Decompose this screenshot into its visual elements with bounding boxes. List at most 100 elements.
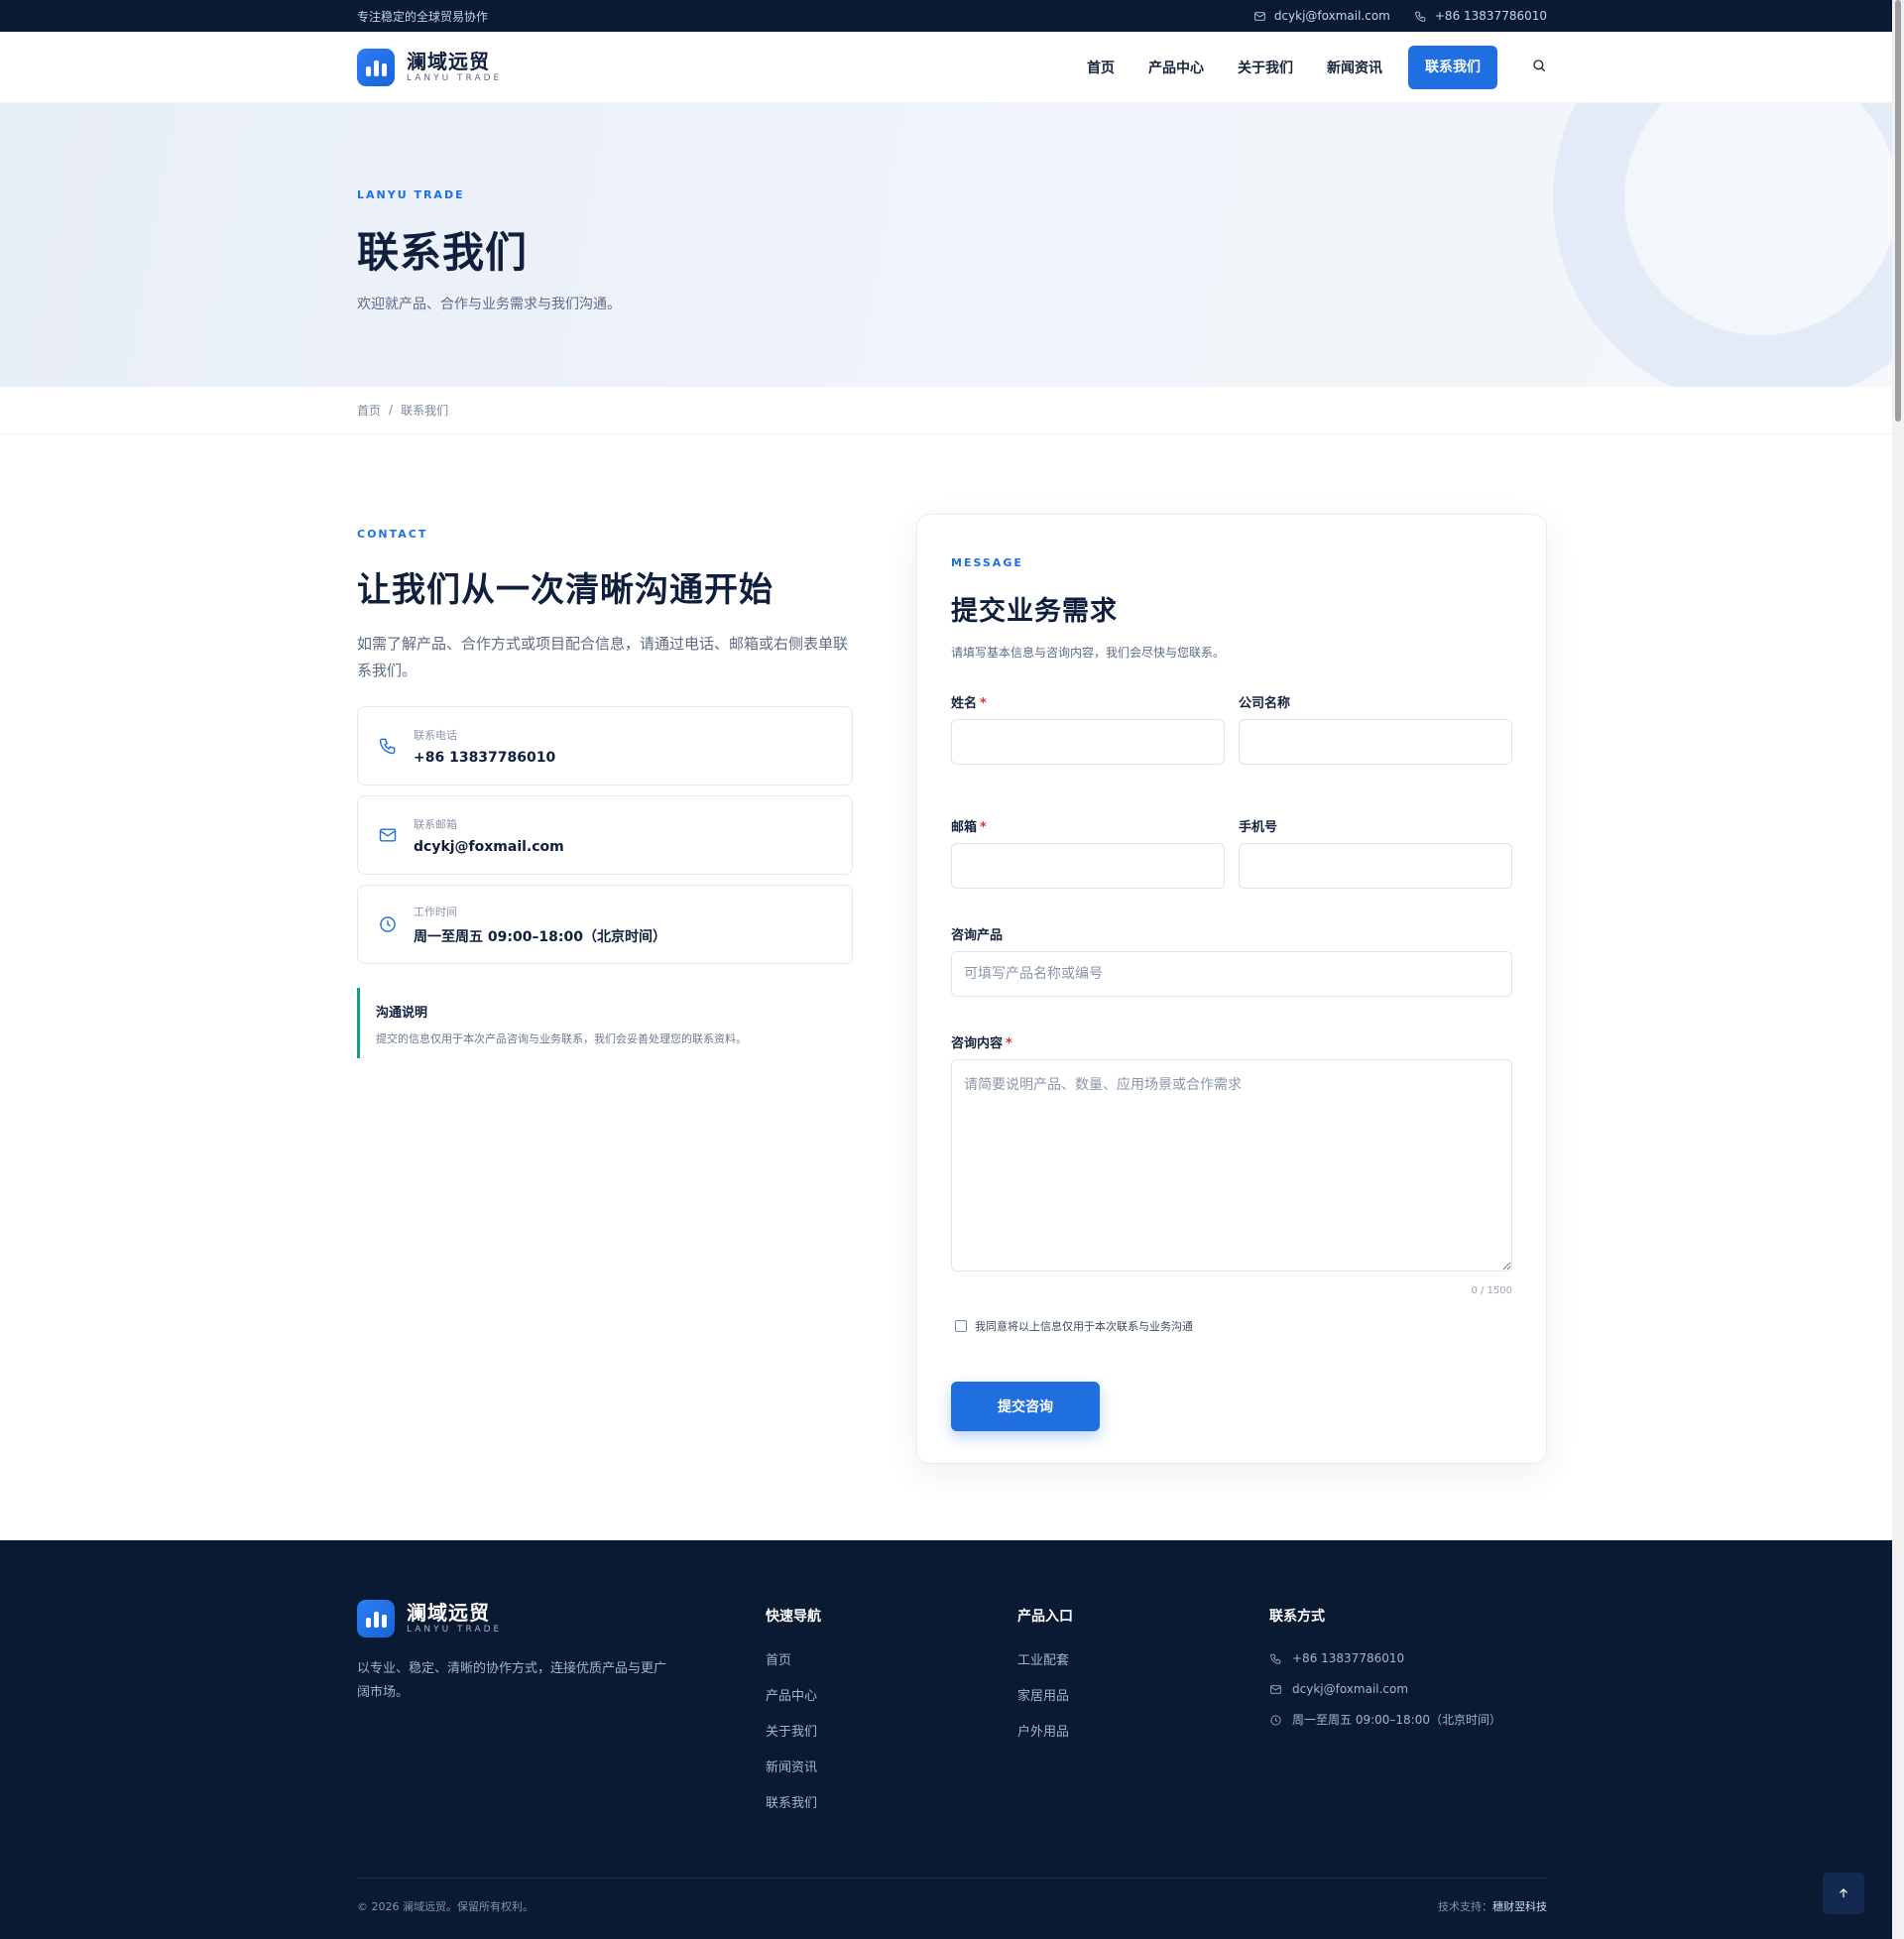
hours-card: 工作时间 周一至周五 09:00–18:00（北京时间） [357, 885, 853, 964]
tech-support: 技术支持：穗财翌科技 [1438, 1900, 1547, 1913]
required-mark: * [980, 696, 987, 711]
footer-logo-subname: LANYU TRADE [407, 1625, 503, 1635]
char-counter: 0 / 1500 [1471, 1285, 1512, 1296]
footer-link-home-goods[interactable]: 家居用品 [1017, 1679, 1269, 1715]
breadcrumb-separator: / [389, 403, 394, 417]
logo-subname: LANYU TRADE [407, 73, 503, 83]
mobile-input[interactable] [1239, 843, 1512, 889]
copyright: © 2026 澜域远贸。保留所有权利。 [357, 1900, 534, 1913]
main-nav: 首页 产品中心 关于我们 新闻资讯 联系我们 [1087, 46, 1547, 89]
form-title: 提交业务需求 [951, 596, 1118, 627]
page-title: 联系我们 [357, 228, 529, 277]
footer-link-outdoor[interactable]: 户外用品 [1017, 1715, 1269, 1751]
footer-email[interactable]: dcykj@foxmail.com [1269, 1674, 1547, 1705]
top-bar: 专注稳定的全球贸易协作 dcykj@foxmail.com +86 138377… [0, 0, 1904, 32]
phone-card[interactable]: 联系电话 +86 13837786010 [357, 706, 853, 786]
required-mark: * [1006, 1036, 1012, 1051]
topbar-phone-text: +86 13837786010 [1434, 9, 1547, 23]
contact-eyebrow: CONTACT [357, 528, 428, 541]
footer-logo[interactable]: 澜域远贸 LANYU TRADE [357, 1600, 766, 1637]
nav-news[interactable]: 新闻资讯 [1327, 58, 1382, 77]
consent-checkbox[interactable] [955, 1320, 967, 1332]
hours-label: 工作时间 [414, 905, 457, 918]
company-input[interactable] [1239, 719, 1512, 765]
phone-icon [1415, 11, 1426, 22]
footer-quick-nav: 快速导航 首页 产品中心 关于我们 新闻资讯 联系我们 [766, 1600, 1017, 1822]
footer-phone[interactable]: +86 13837786010 [1269, 1643, 1547, 1674]
topbar-email-text: dcykj@foxmail.com [1273, 9, 1390, 23]
footer-contact: 联系方式 +86 13837786010 dcykj@foxmail.com 周… [1269, 1600, 1547, 1822]
email-value: dcykj@foxmail.com [414, 838, 564, 855]
product-label: 咨询产品 [951, 928, 1004, 943]
footer-link-about[interactable]: 关于我们 [766, 1715, 1017, 1751]
site-header: 澜域远贸 LANYU TRADE 首页 产品中心 关于我们 新闻资讯 联系我们 [0, 32, 1904, 103]
nav-home[interactable]: 首页 [1087, 58, 1115, 77]
decorative-ring [1553, 103, 1904, 387]
logo-chart-icon [357, 49, 395, 86]
hero-eyebrow: LANYU TRADE [357, 188, 465, 201]
clock-icon [1270, 1715, 1281, 1726]
clock-icon [380, 916, 396, 932]
back-to-top-button[interactable] [1823, 1873, 1864, 1914]
consent-label[interactable]: 我同意将以上信息仅用于本次联系与业务沟通 [975, 1318, 1193, 1334]
content-label: 咨询内容 * [951, 1036, 1012, 1051]
nav-contact-button[interactable]: 联系我们 [1408, 46, 1497, 89]
footer-link-news[interactable]: 新闻资讯 [766, 1751, 1017, 1786]
name-label: 姓名 * [951, 696, 987, 711]
product-input[interactable] [951, 951, 1512, 997]
search-button[interactable] [1531, 58, 1547, 77]
phone-value: +86 13837786010 [414, 749, 556, 766]
email-input[interactable] [951, 843, 1225, 889]
footer-link-products[interactable]: 产品中心 [766, 1679, 1017, 1715]
breadcrumb-home[interactable]: 首页 [357, 402, 381, 419]
note-title: 沟通说明 [376, 1006, 428, 1021]
footer-link-home[interactable]: 首页 [766, 1643, 1017, 1679]
breadcrumb: 首页 / 联系我们 [0, 387, 1904, 434]
topbar-email[interactable]: dcykj@foxmail.com [1253, 9, 1390, 23]
logo-chart-icon [357, 1600, 395, 1637]
support-link[interactable]: 穗财翌科技 [1492, 1900, 1547, 1913]
site-logo[interactable]: 澜域远贸 LANYU TRADE [357, 49, 502, 86]
arrow-up-icon [1840, 1888, 1847, 1898]
hero-subtitle: 欢迎就产品、合作与业务需求与我们沟通。 [357, 297, 621, 312]
topbar-phone[interactable]: +86 13837786010 [1414, 9, 1547, 23]
search-icon [1533, 60, 1546, 72]
nav-products[interactable]: 产品中心 [1148, 58, 1204, 77]
scrollbar-thumb[interactable] [1895, 0, 1901, 422]
mail-icon [379, 828, 397, 842]
form-subtitle: 请填写基本信息与咨询内容，我们会尽快与您联系。 [951, 646, 1226, 660]
breadcrumb-current: 联系我们 [401, 403, 449, 418]
communication-note: 沟通说明 提交的信息仅用于本次产品咨询与业务联系，我们会妥善处理您的联系资料。 [357, 988, 853, 1058]
footer-link-industrial[interactable]: 工业配套 [1017, 1643, 1269, 1679]
contact-info: CONTACT 让我们从一次清晰沟通开始 如需了解产品、合作方式或项目配合信息，… [357, 514, 853, 1464]
footer-bottom: © 2026 澜域远贸。保留所有权利。 技术支持：穗财翌科技 [0, 1878, 1904, 1914]
name-input[interactable] [951, 719, 1225, 765]
inquiry-form: MESSAGE 提交业务需求 请填写基本信息与咨询内容，我们会尽快与您联系。 姓… [916, 514, 1547, 1464]
mail-icon [1254, 11, 1265, 21]
hours-value: 周一至周五 09:00–18:00（北京时间） [414, 928, 667, 945]
contact-title: 让我们从一次清晰沟通开始 [357, 570, 774, 610]
email-label: 联系邮箱 [414, 817, 457, 831]
footer-product-nav: 产品入口 工业配套 家居用品 户外用品 [1017, 1600, 1269, 1822]
phone-icon [1270, 1653, 1281, 1664]
email-card[interactable]: 联系邮箱 dcykj@foxmail.com [357, 795, 853, 875]
logo-name: 澜域远贸 [407, 50, 490, 73]
submit-button[interactable]: 提交咨询 [951, 1382, 1100, 1431]
nav-about[interactable]: 关于我们 [1238, 58, 1293, 77]
email-field-label: 邮箱 * [951, 820, 987, 835]
footer-logo-name: 澜域远贸 [407, 1601, 490, 1625]
contact-lead: 如需了解产品、合作方式或项目配合信息，请通过电话、邮箱或右侧表单联系我们。 [357, 635, 849, 679]
content-textarea[interactable] [951, 1059, 1512, 1272]
page-scrollbar[interactable] [1892, 0, 1904, 1939]
footer-nav-title: 快速导航 [766, 1609, 821, 1625]
form-eyebrow: MESSAGE [951, 556, 1023, 569]
footer-product-title: 产品入口 [1017, 1609, 1073, 1625]
footer-hours: 周一至周五 09:00–18:00（北京时间） [1269, 1705, 1547, 1736]
mail-icon [1270, 1685, 1281, 1694]
footer-contact-title: 联系方式 [1269, 1609, 1325, 1625]
footer-link-contact[interactable]: 联系我们 [766, 1786, 1017, 1822]
tagline: 专注稳定的全球贸易协作 [357, 9, 489, 24]
contact-section: CONTACT 让我们从一次清晰沟通开始 如需了解产品、合作方式或项目配合信息，… [0, 434, 1904, 1540]
required-mark: * [980, 820, 987, 835]
mobile-label: 手机号 [1239, 820, 1278, 835]
